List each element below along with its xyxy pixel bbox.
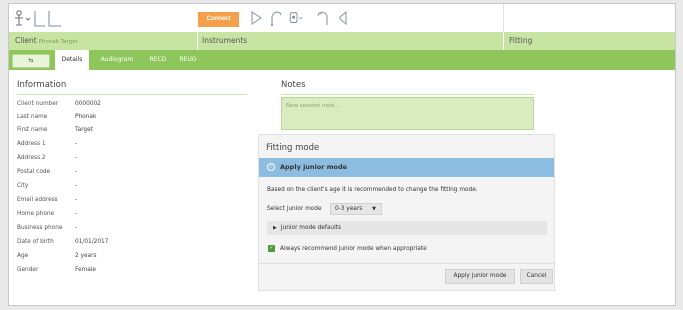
info-row-business-phone: Business phone - bbox=[17, 222, 217, 235]
junior-mode-defaults-label: Junior mode defaults bbox=[280, 225, 341, 231]
tab-bar: ⇆ Details Audiogram RECD REUG bbox=[9, 50, 675, 70]
info-value: Female bbox=[75, 267, 96, 273]
info-value: 01/01/2017 bbox=[75, 239, 109, 245]
info-row-client-number: Client number 0000002 bbox=[17, 98, 217, 111]
tab-details[interactable]: Details bbox=[55, 50, 89, 70]
connect-button[interactable]: Connect bbox=[198, 12, 239, 27]
hook-icon[interactable] bbox=[314, 9, 332, 27]
crumb-client-label: Client bbox=[15, 36, 37, 45]
info-value: Target bbox=[75, 127, 93, 133]
information-title: Information bbox=[17, 80, 67, 90]
info-value: - bbox=[75, 225, 78, 231]
info-value: - bbox=[75, 211, 78, 217]
apply-junior-mode-banner: i Apply junior mode bbox=[259, 158, 554, 177]
notes-divider bbox=[281, 94, 534, 95]
info-label: Business phone bbox=[17, 225, 63, 231]
info-label: City bbox=[17, 183, 29, 189]
crumb-divider bbox=[197, 32, 198, 50]
junior-mode-defaults-expander[interactable]: ▶ Junior mode defaults bbox=[267, 221, 547, 235]
breadcrumb: Client Phonak Target Instruments Fitting bbox=[9, 32, 675, 50]
info-row-last-name: Last name Phonak bbox=[17, 111, 217, 124]
information-divider bbox=[17, 94, 247, 95]
info-label: Gender bbox=[17, 267, 39, 273]
crumb-client[interactable]: Client Phonak Target bbox=[15, 32, 78, 50]
info-label: Client number bbox=[17, 101, 59, 107]
info-row-city: City - bbox=[17, 180, 217, 193]
expand-triangle-icon: ▶ bbox=[273, 225, 277, 231]
info-row-address-1: Address 1 - bbox=[17, 138, 217, 151]
info-value: - bbox=[75, 141, 78, 147]
device-dropdown-icon[interactable] bbox=[288, 9, 306, 27]
info-value: - bbox=[75, 155, 78, 161]
info-row-date-of-birth: Date of birth 01/01/2017 bbox=[17, 236, 217, 249]
info-label: Email address bbox=[17, 197, 58, 203]
info-label: Last name bbox=[17, 114, 48, 120]
info-label: Home phone bbox=[17, 211, 55, 217]
info-value: - bbox=[75, 197, 78, 203]
info-row-postal-code: Postal code - bbox=[17, 166, 217, 179]
play-icon[interactable] bbox=[247, 9, 265, 27]
info-value: 0000002 bbox=[75, 101, 101, 107]
toolbar-divider bbox=[503, 4, 504, 32]
apply-junior-mode-button[interactable]: Apply junior mode bbox=[445, 269, 515, 284]
info-label: Address 1 bbox=[17, 141, 46, 147]
info-row-address-2: Address 2 - bbox=[17, 152, 217, 165]
crumb-client-name: Phonak Target bbox=[38, 39, 78, 45]
notes-title: Notes bbox=[281, 80, 306, 90]
info-label: Postal code bbox=[17, 169, 51, 175]
tab-recd[interactable]: RECD bbox=[145, 50, 171, 70]
banner-text: Apply junior mode bbox=[280, 163, 348, 171]
dialog-footer-divider bbox=[259, 263, 554, 264]
tab-audiogram[interactable]: Audiogram bbox=[93, 50, 141, 70]
speaker-icon[interactable] bbox=[334, 9, 352, 27]
app-window: Connect ClientPhonak Target Instruments bbox=[8, 3, 676, 306]
info-value: - bbox=[75, 183, 78, 189]
info-value: - bbox=[75, 169, 78, 175]
receiver-icon[interactable] bbox=[267, 9, 285, 27]
cancel-button[interactable]: Cancel bbox=[520, 269, 553, 284]
tab-reug[interactable]: REUG bbox=[175, 50, 201, 70]
session-note-input[interactable]: New session note... bbox=[281, 97, 534, 130]
info-row-first-name: First name Target bbox=[17, 124, 217, 137]
info-row-age: Age 2 years bbox=[17, 250, 217, 263]
fitting-mode-dialog: Fitting mode i Apply junior mode Based o… bbox=[258, 134, 555, 291]
info-icon: i bbox=[267, 163, 275, 171]
fitting-mode-title: Fitting mode bbox=[266, 143, 320, 153]
info-row-gender: Gender Female bbox=[17, 264, 217, 277]
crumb-instruments[interactable]: Instruments bbox=[202, 32, 247, 50]
toolbar: Connect bbox=[9, 4, 675, 32]
recommend-junior-mode-checkbox[interactable]: ✓ bbox=[268, 245, 275, 252]
checkmark-icon: ✓ bbox=[269, 245, 274, 251]
info-row-email: Email address - bbox=[17, 194, 217, 207]
info-label: First name bbox=[17, 127, 48, 133]
info-label: Date of birth bbox=[17, 239, 54, 245]
info-value: Phonak bbox=[75, 114, 97, 120]
info-label: Age bbox=[17, 253, 29, 259]
crumb-divider bbox=[503, 32, 504, 50]
navigation-button[interactable]: ⇆ bbox=[12, 54, 50, 68]
info-value: 2 years bbox=[75, 253, 97, 259]
info-label: Address 2 bbox=[17, 155, 46, 161]
device-logo-icon[interactable] bbox=[13, 7, 63, 29]
junior-mode-select-value: 0-3 years bbox=[335, 206, 363, 212]
recommendation-text: Based on the client's age it is recommen… bbox=[267, 187, 478, 193]
info-row-home-phone: Home phone - bbox=[17, 208, 217, 221]
recommend-junior-mode-label: Always recommend junior mode when approp… bbox=[280, 246, 427, 252]
select-junior-mode-label: Select junior mode bbox=[267, 206, 322, 212]
junior-mode-select[interactable]: 0-3 years ▼ bbox=[330, 203, 382, 215]
chevron-down-icon: ▼ bbox=[372, 206, 376, 212]
swap-arrows-icon: ⇆ bbox=[28, 57, 34, 64]
crumb-fitting[interactable]: Fitting bbox=[509, 32, 532, 50]
